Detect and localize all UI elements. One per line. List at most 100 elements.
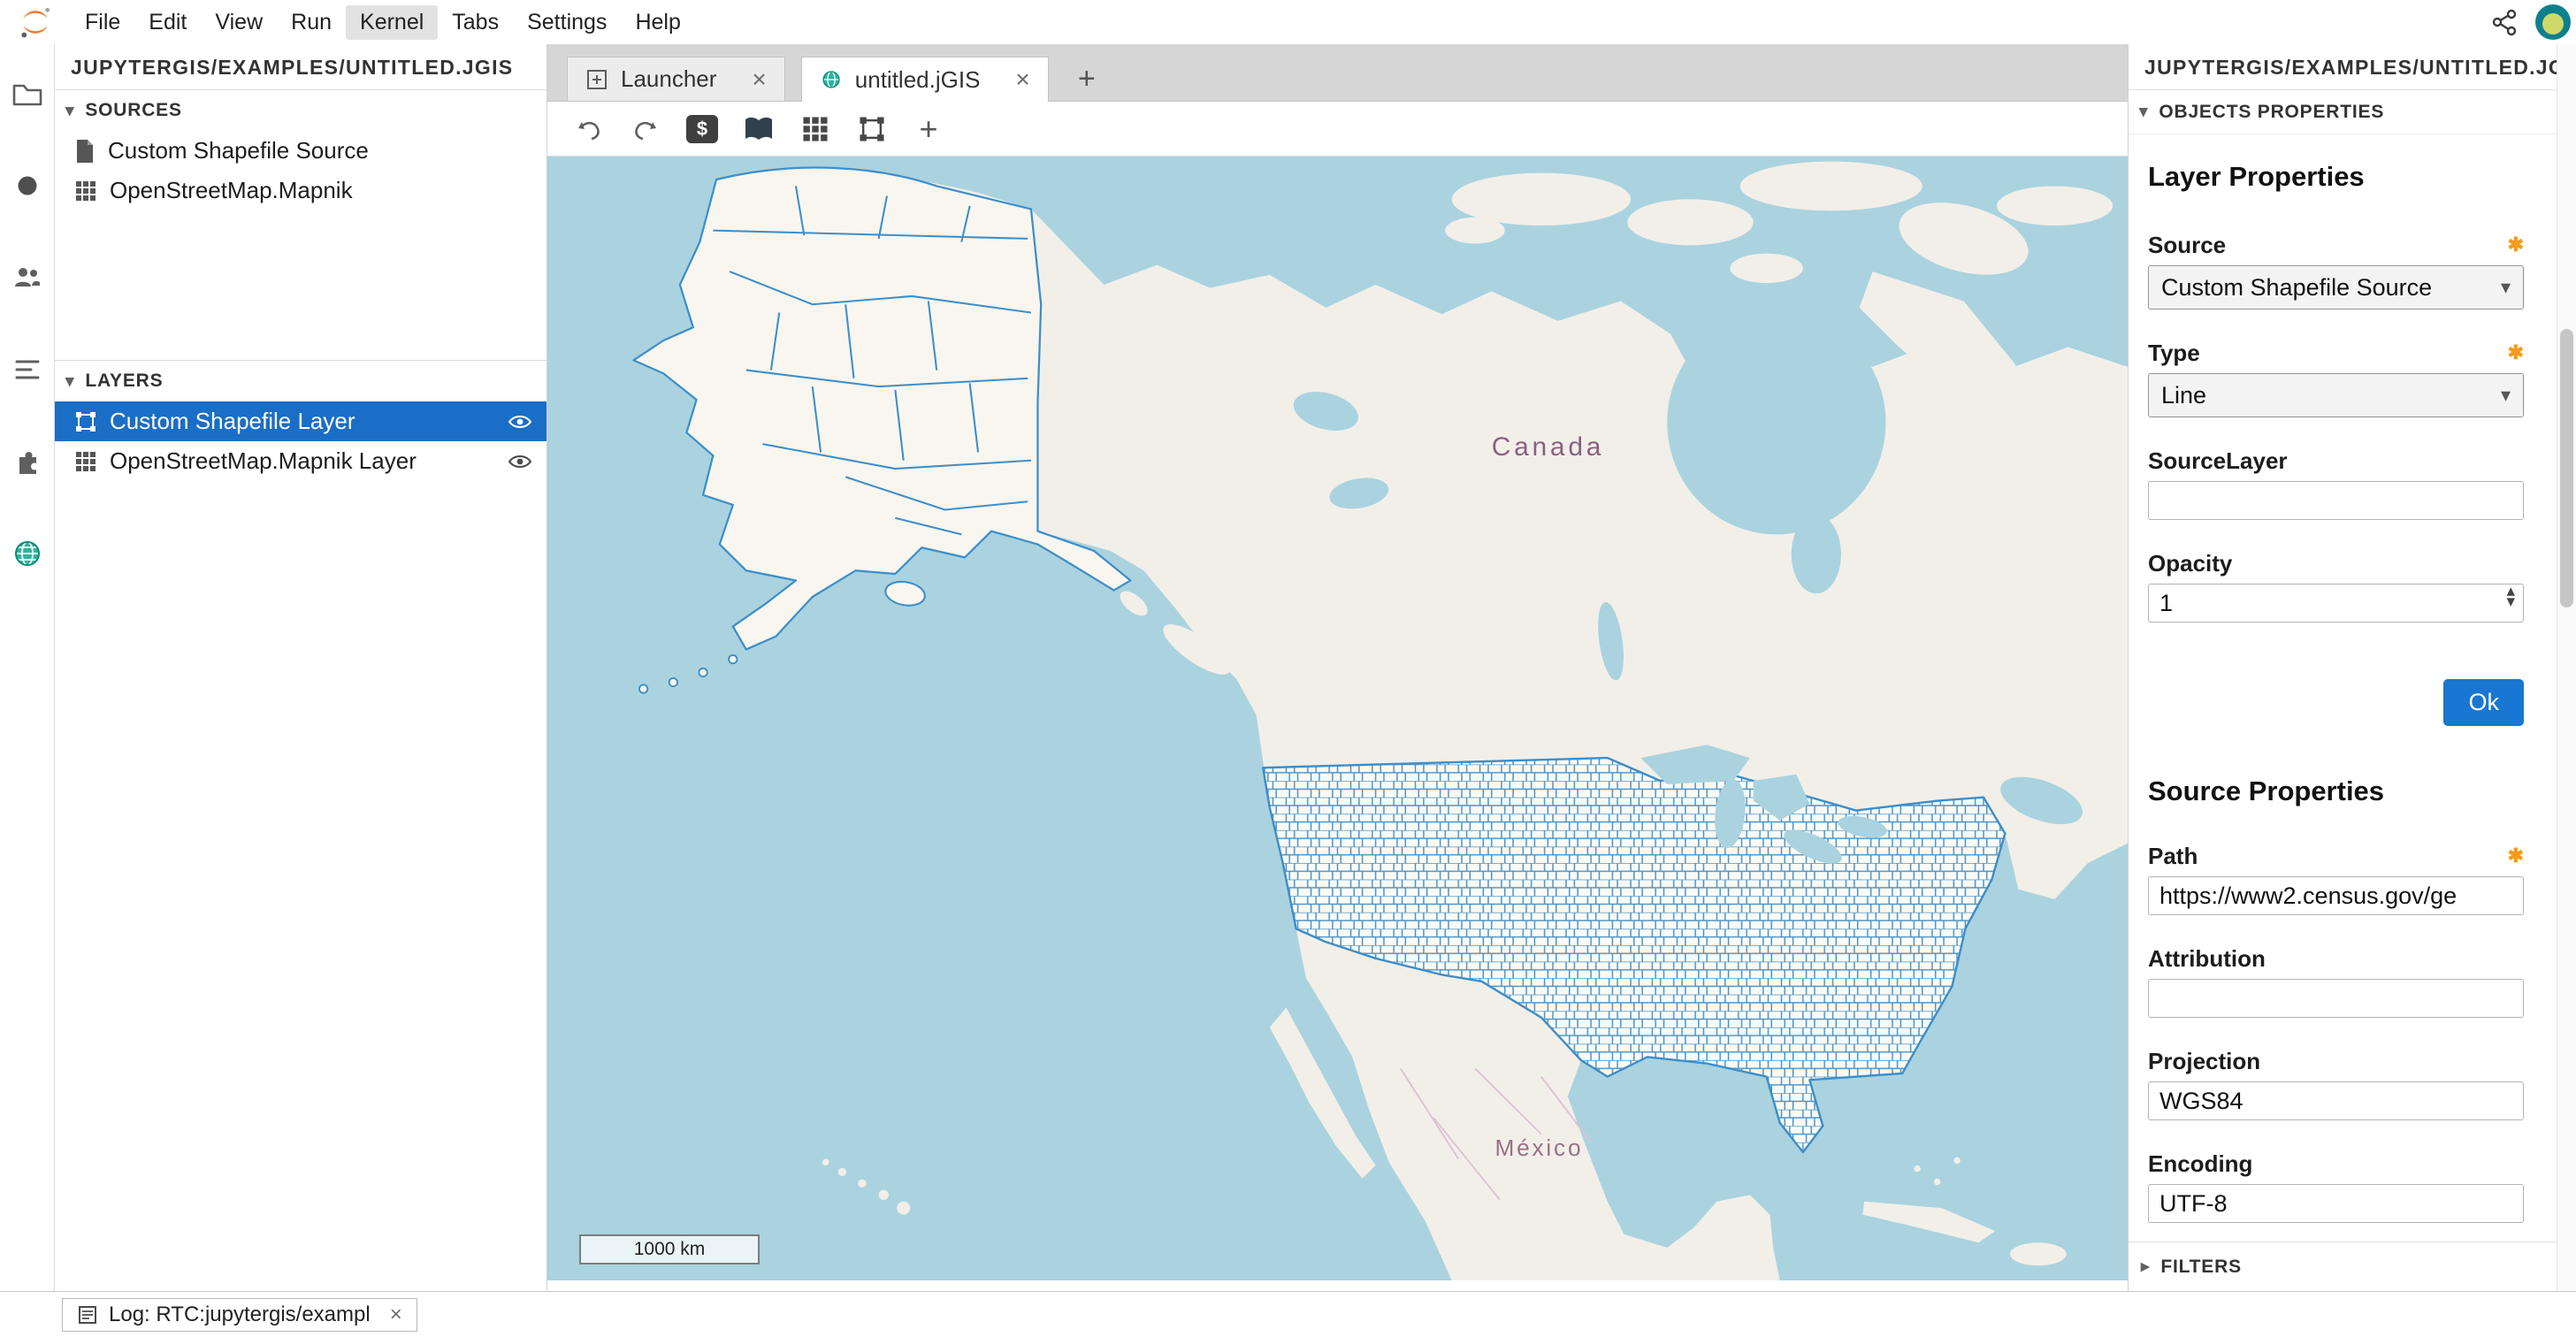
polygon-icon xyxy=(74,410,97,433)
console-button[interactable]: $ xyxy=(685,112,719,146)
projection-field: Projection xyxy=(2148,1048,2524,1120)
source-item-label: OpenStreetMap.Mapnik xyxy=(110,177,353,204)
activity-tab-extensions[interactable] xyxy=(11,445,44,478)
stepper-down-icon[interactable]: ▾ xyxy=(2506,597,2515,607)
new-raster-layer-button[interactable] xyxy=(799,112,832,146)
layers-section-header[interactable]: ▾ LAYERS xyxy=(55,361,547,401)
launcher-icon xyxy=(585,68,608,91)
scalebar-label: 1000 km xyxy=(634,1239,706,1260)
type-select[interactable]: Line ▾ xyxy=(2148,373,2524,417)
type-field: Type ✱ Line ▾ xyxy=(2148,340,2524,417)
caret-right-icon: ▸ xyxy=(2141,1257,2150,1277)
attribution-field: Attribution xyxy=(2148,945,2524,1018)
required-asterisk-icon: ✱ xyxy=(2508,233,2524,256)
path-field: Path ✱ xyxy=(2148,843,2524,915)
puzzle-icon xyxy=(11,445,44,478)
tab-label: untitled.jGIS xyxy=(855,66,981,94)
menu-file[interactable]: File xyxy=(71,5,134,40)
layer-item-label: OpenStreetMap.Mapnik Layer xyxy=(110,447,417,475)
tab-bar: Launcher × untitled.jGIS × + xyxy=(547,44,2128,102)
new-vector-layer-button[interactable] xyxy=(855,112,889,146)
attribution-input[interactable] xyxy=(2148,979,2524,1018)
menu-view[interactable]: View xyxy=(201,5,277,40)
menu-edit[interactable]: Edit xyxy=(134,5,201,40)
share-icon[interactable] xyxy=(2489,7,2519,37)
activity-tab-jupytergis[interactable] xyxy=(11,537,44,570)
number-stepper[interactable]: ▴ ▾ xyxy=(2506,586,2515,607)
visibility-eye-icon[interactable] xyxy=(508,453,532,470)
menu-run[interactable]: Run xyxy=(277,5,346,40)
file-icon xyxy=(74,139,96,164)
menu-kernel[interactable]: Kernel xyxy=(346,5,438,40)
menu-settings[interactable]: Settings xyxy=(513,5,621,40)
source-field-label: Source xyxy=(2148,232,2226,259)
add-layer-button[interactable]: + xyxy=(912,112,945,146)
caret-down-icon: ▾ xyxy=(65,101,74,121)
sources-title: SOURCES xyxy=(85,100,181,121)
redo-icon xyxy=(631,114,661,144)
activity-tab-collaboration[interactable] xyxy=(11,261,44,294)
globe-icon xyxy=(11,537,44,570)
tab-label: Launcher xyxy=(621,65,716,93)
source-item-custom-shapefile[interactable]: Custom Shapefile Source xyxy=(55,131,547,171)
ok-button[interactable]: Ok xyxy=(2443,679,2524,726)
activity-tab-files[interactable] xyxy=(11,77,44,111)
left-sidebar: JUPYTERGIS/EXAMPLES/UNTITLED.JGIS ▾ SOUR… xyxy=(55,44,547,1291)
map-label-canada: Canada xyxy=(1492,432,1604,462)
basemap-button[interactable] xyxy=(742,112,776,146)
opacity-field: Opacity ▴ ▾ xyxy=(2148,550,2524,623)
layers-section: ▾ LAYERS Custom Shapefile Layer xyxy=(55,360,547,481)
filters-section-header[interactable]: ▸ FILTERS xyxy=(2129,1242,2557,1291)
chevron-down-icon: ▾ xyxy=(2501,384,2511,407)
sourcelayer-input[interactable] xyxy=(2148,481,2524,520)
layers-title: LAYERS xyxy=(85,371,163,392)
map-canvas: Canada México xyxy=(547,157,2128,1280)
map-viewport[interactable]: Canada México 1000 km xyxy=(547,157,2128,1280)
menu-tabs[interactable]: Tabs xyxy=(438,5,513,40)
required-asterisk-icon: ✱ xyxy=(2508,844,2524,867)
chevron-down-icon: ▾ xyxy=(2501,276,2511,299)
projection-field-label: Projection xyxy=(2148,1048,2260,1075)
scrollbar-thumb[interactable] xyxy=(2560,329,2573,607)
objects-properties-header[interactable]: ▾ OBJECTS PROPERTIES xyxy=(2129,90,2557,134)
opacity-input[interactable] xyxy=(2148,584,2524,623)
main-area: Launcher × untitled.jGIS × + xyxy=(547,44,2128,1291)
sourcelayer-field-label: SourceLayer xyxy=(2148,447,2288,475)
polygon-icon xyxy=(858,115,886,143)
list-icon xyxy=(11,353,44,386)
activity-tab-toc[interactable] xyxy=(11,353,44,386)
activity-tab-running[interactable] xyxy=(11,169,44,202)
redo-button[interactable] xyxy=(629,112,662,146)
folder-icon xyxy=(11,77,44,111)
sources-section-header[interactable]: ▾ SOURCES xyxy=(55,90,547,131)
new-tab-button[interactable]: + xyxy=(1065,57,1109,101)
grid-icon xyxy=(74,180,97,202)
projection-input[interactable] xyxy=(2148,1081,2524,1120)
tab-launcher[interactable]: Launcher × xyxy=(567,57,785,101)
source-properties-title: Source Properties xyxy=(2148,775,2523,807)
activity-bar xyxy=(0,44,55,1291)
layer-item-label: Custom Shapefile Layer xyxy=(110,408,355,435)
source-item-openstreetmap[interactable]: OpenStreetMap.Mapnik xyxy=(55,171,547,210)
log-icon xyxy=(77,1304,98,1326)
close-icon[interactable]: × xyxy=(752,67,766,92)
tab-untitled-jgis[interactable]: untitled.jGIS × xyxy=(801,57,1049,102)
encoding-input[interactable] xyxy=(2148,1184,2524,1223)
jupyter-logo-icon xyxy=(18,4,53,40)
user-avatar[interactable] xyxy=(2535,4,2571,40)
source-select[interactable]: Custom Shapefile Source ▾ xyxy=(2148,265,2524,309)
scrollbar-track[interactable] xyxy=(2557,44,2576,1291)
close-icon[interactable]: × xyxy=(1015,67,1029,92)
undo-button[interactable] xyxy=(572,112,606,146)
users-icon xyxy=(11,261,44,294)
log-console-item[interactable]: Log: RTC:jupytergis/exampl × xyxy=(62,1298,417,1332)
close-icon[interactable]: × xyxy=(390,1304,402,1326)
path-input[interactable] xyxy=(2148,876,2524,915)
menu-help[interactable]: Help xyxy=(621,5,694,40)
layer-item-openstreetmap[interactable]: OpenStreetMap.Mapnik Layer xyxy=(55,441,547,481)
opacity-field-label: Opacity xyxy=(2148,550,2232,577)
map-label-mexico: México xyxy=(1494,1135,1583,1161)
layer-item-custom-shapefile[interactable]: Custom Shapefile Layer xyxy=(55,401,547,441)
visibility-eye-icon[interactable] xyxy=(508,413,532,431)
layer-properties-title: Layer Properties xyxy=(2148,161,2523,193)
